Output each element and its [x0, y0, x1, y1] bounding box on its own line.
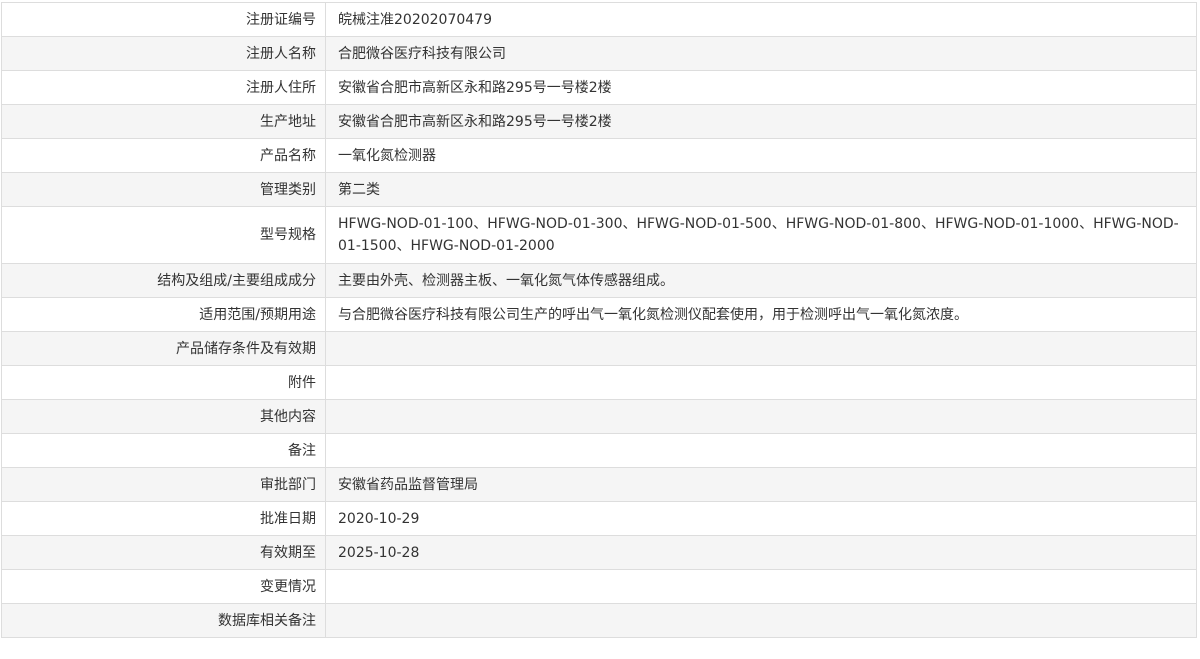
row-value: HFWG-NOD-01-100、HFWG-NOD-01-300、HFWG-NOD… — [325, 206, 1197, 264]
row-label: 批准日期 — [1, 501, 326, 536]
row-value: 皖械注准20202070479 — [325, 2, 1197, 37]
table-row-model-spec: 型号规格 HFWG-NOD-01-100、HFWG-NOD-01-300、HFW… — [1, 206, 1197, 264]
row-value: 与合肥微谷医疗科技有限公司生产的呼出气一氧化氮检测仪配套使用，用于检测呼出气一氧… — [325, 297, 1197, 332]
row-label: 其他内容 — [1, 399, 326, 434]
table-row-change-history: 变更情况 — [1, 569, 1197, 604]
row-value: 第二类 — [325, 172, 1197, 207]
row-value — [325, 331, 1197, 366]
row-label: 审批部门 — [1, 467, 326, 502]
row-value: 合肥微谷医疗科技有限公司 — [325, 36, 1197, 71]
row-value: 安徽省药品监督管理局 — [325, 467, 1197, 502]
row-label: 数据库相关备注 — [1, 603, 326, 638]
row-value: 安徽省合肥市高新区永和路295号一号楼2楼 — [325, 104, 1197, 139]
table-row-registration-number: 注册证编号 皖械注准20202070479 — [1, 2, 1197, 37]
table-row-approval-department: 审批部门 安徽省药品监督管理局 — [1, 467, 1197, 502]
row-value: 主要由外壳、检测器主板、一氧化氮气体传感器组成。 — [325, 263, 1197, 298]
row-label: 管理类别 — [1, 172, 326, 207]
table-row-other-content: 其他内容 — [1, 399, 1197, 434]
table-row-approval-date: 批准日期 2020-10-29 — [1, 501, 1197, 536]
row-value: 2020-10-29 — [325, 501, 1197, 536]
row-label: 附件 — [1, 365, 326, 400]
row-label: 产品名称 — [1, 138, 326, 173]
table-row-valid-until: 有效期至 2025-10-28 — [1, 535, 1197, 570]
table-row-remarks: 备注 — [1, 433, 1197, 468]
row-value: 2025-10-28 — [325, 535, 1197, 570]
table-row-management-category: 管理类别 第二类 — [1, 172, 1197, 207]
row-value: 安徽省合肥市高新区永和路295号一号楼2楼 — [325, 70, 1197, 105]
table-row-attachments: 附件 — [1, 365, 1197, 400]
row-value — [325, 603, 1197, 638]
row-label: 型号规格 — [1, 206, 326, 264]
row-label: 结构及组成/主要组成成分 — [1, 263, 326, 298]
row-label: 变更情况 — [1, 569, 326, 604]
row-label: 适用范围/预期用途 — [1, 297, 326, 332]
table-row-storage-validity: 产品储存条件及有效期 — [1, 331, 1197, 366]
table-row-product-name: 产品名称 一氧化氮检测器 — [1, 138, 1197, 173]
row-label: 注册人住所 — [1, 70, 326, 105]
table-row-database-notes: 数据库相关备注 — [1, 603, 1197, 638]
row-label: 注册人名称 — [1, 36, 326, 71]
table-row-structure-composition: 结构及组成/主要组成成分 主要由外壳、检测器主板、一氧化氮气体传感器组成。 — [1, 263, 1197, 298]
row-label: 有效期至 — [1, 535, 326, 570]
table-row-registrant-name: 注册人名称 合肥微谷医疗科技有限公司 — [1, 36, 1197, 71]
row-label: 产品储存条件及有效期 — [1, 331, 326, 366]
table-row-intended-use: 适用范围/预期用途 与合肥微谷医疗科技有限公司生产的呼出气一氧化氮检测仪配套使用… — [1, 297, 1197, 332]
row-value — [325, 399, 1197, 434]
row-label: 生产地址 — [1, 104, 326, 139]
row-label: 备注 — [1, 433, 326, 468]
row-value — [325, 569, 1197, 604]
table-row-production-address: 生产地址 安徽省合肥市高新区永和路295号一号楼2楼 — [1, 104, 1197, 139]
row-value — [325, 365, 1197, 400]
row-label: 注册证编号 — [1, 2, 326, 37]
row-value — [325, 433, 1197, 468]
table-row-registrant-address: 注册人住所 安徽省合肥市高新区永和路295号一号楼2楼 — [1, 70, 1197, 105]
registration-detail-table: 注册证编号 皖械注准20202070479 注册人名称 合肥微谷医疗科技有限公司… — [1, 2, 1197, 638]
row-value: 一氧化氮检测器 — [325, 138, 1197, 173]
